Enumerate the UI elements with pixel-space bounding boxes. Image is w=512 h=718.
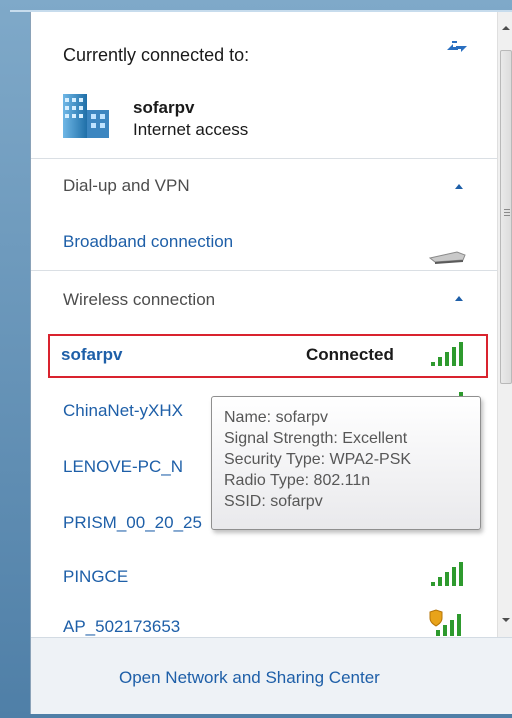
scrollbar-thumb[interactable]: [500, 50, 512, 384]
open-network-sharing-center-link[interactable]: Open Network and Sharing Center: [119, 668, 380, 688]
network-name[interactable]: AP_502173653: [63, 617, 180, 637]
refresh-arrows-icon[interactable]: [445, 38, 469, 58]
network-name[interactable]: ChinaNet-yXHX: [63, 401, 183, 421]
scroll-grip-line: [504, 215, 510, 216]
network-name[interactable]: sofarpv: [61, 345, 122, 365]
current-network-status: Internet access: [133, 120, 249, 139]
network-flyout-panel: Currently connected to: sofarpv Internet…: [30, 12, 512, 714]
collapse-wireless-chevron-icon[interactable]: [455, 296, 463, 301]
connected-header-title: Currently connected to:: [63, 45, 250, 65]
divider: [31, 158, 497, 159]
tooltip-name: Name: sofarpv: [224, 409, 329, 426]
network-name[interactable]: PINGCE: [63, 567, 128, 587]
current-network-name: sofarpv: [133, 98, 195, 117]
collapse-dialup-chevron-icon[interactable]: [455, 184, 463, 189]
scroll-grip-line: [504, 209, 510, 210]
scroll-up-arrow-icon[interactable]: [502, 26, 510, 30]
tooltip-security-type: Security Type: WPA2-PSK: [224, 451, 412, 468]
network-connected-status: Connected: [306, 345, 394, 364]
vertical-scrollbar[interactable]: [497, 12, 512, 637]
network-name[interactable]: PRISM_00_20_25: [63, 513, 202, 533]
network-details-tooltip: Name: sofarpv Signal Strength: Excellent…: [211, 396, 481, 530]
network-building-icon: [61, 92, 113, 140]
modem-icon: [427, 248, 467, 264]
secured-signal-strength-icon: [427, 608, 471, 638]
broadband-connection-link[interactable]: Broadband connection: [63, 232, 233, 252]
scroll-grip-line: [504, 212, 510, 213]
scroll-down-arrow-icon[interactable]: [502, 618, 510, 622]
tooltip-signal-strength: Signal Strength: Excellent: [224, 430, 408, 447]
tooltip-ssid: SSID: sofarpv: [224, 493, 323, 510]
signal-strength-icon: [429, 560, 471, 588]
tooltip-radio-type: Radio Type: 802.11n: [224, 472, 371, 489]
flyout-footer: Open Network and Sharing Center: [31, 637, 512, 714]
divider: [31, 270, 497, 271]
dialup-vpn-header[interactable]: Dial-up and VPN: [63, 176, 190, 196]
signal-strength-icon: [429, 340, 471, 368]
wireless-connection-header[interactable]: Wireless connection: [63, 290, 215, 310]
network-name[interactable]: LENOVE-PC_N: [63, 457, 183, 477]
